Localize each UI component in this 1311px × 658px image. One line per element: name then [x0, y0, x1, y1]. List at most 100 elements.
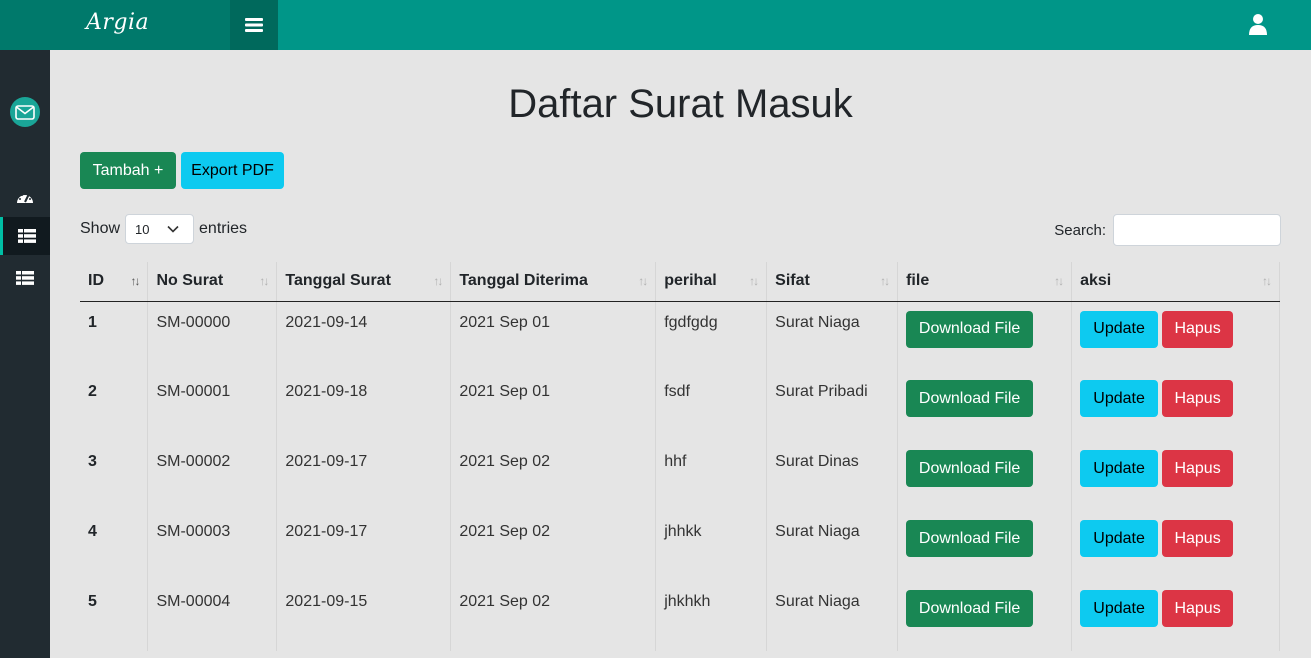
- delete-button[interactable]: Hapus: [1162, 310, 1234, 348]
- cell-id: 5: [80, 581, 149, 651]
- length-menu-prefix: Show: [80, 220, 121, 237]
- sidebar-toggle-button[interactable]: [230, 0, 278, 50]
- user-icon[interactable]: [1249, 13, 1267, 35]
- delete-button[interactable]: Hapus: [1162, 450, 1234, 487]
- cell-sifat: Surat Niaga: [766, 301, 899, 371]
- search-label: Search:: [1054, 221, 1106, 239]
- cell-no-surat: SM-00001: [147, 371, 278, 441]
- cell-id: 2: [80, 371, 149, 441]
- cell-no-surat: SM-00000: [147, 301, 278, 371]
- cell-id: 3: [80, 441, 149, 511]
- update-button[interactable]: Update: [1080, 450, 1159, 487]
- sidebar-item-surat-keluar[interactable]: [0, 259, 50, 297]
- cell-aksi: Update Hapus: [1071, 371, 1280, 441]
- table-header-col-file[interactable]: file ↑↓: [897, 262, 1073, 302]
- table-header-col-sifat[interactable]: Sifat ↑↓: [766, 262, 899, 302]
- cell-file: Download File: [897, 511, 1073, 581]
- update-button[interactable]: Update: [1080, 520, 1159, 557]
- download-file-button[interactable]: Download File: [906, 450, 1034, 487]
- table-header-row: ID ↑↓ No Surat ↑↓ Tanggal Surat ↑↓ Tanggal Dit…: [80, 262, 1280, 302]
- cell-id: 1: [80, 301, 149, 371]
- delete-button[interactable]: Hapus: [1162, 380, 1234, 417]
- search-input[interactable]: [1113, 214, 1281, 246]
- table-header-col-aksi[interactable]: aksi ↑↓: [1071, 262, 1280, 302]
- cell-perihal: hhf: [655, 441, 768, 511]
- delete-button[interactable]: Hapus: [1162, 590, 1234, 627]
- update-button[interactable]: Update: [1080, 590, 1159, 627]
- top-navbar: Argia: [0, 0, 1311, 50]
- cell-file: Download File: [897, 301, 1073, 371]
- entries-select[interactable]: 10: [125, 214, 195, 244]
- cell-sifat: Surat Pribadi: [766, 371, 899, 441]
- table-header-col-tanggal-surat[interactable]: Tanggal Surat ↑↓: [276, 262, 452, 302]
- entries-select-value: 10: [135, 221, 150, 237]
- table-header-col-no-surat[interactable]: No Surat ↑↓: [147, 262, 278, 302]
- cell-perihal: jhkhkh: [655, 581, 768, 651]
- cell-perihal: fsdf: [655, 371, 768, 441]
- table-header-label: No Surat: [156, 272, 224, 290]
- page-title: Daftar Surat Masuk: [508, 82, 853, 126]
- cell-perihal: jhhkk: [655, 511, 768, 581]
- brand-logo[interactable]: Argia: [86, 10, 149, 35]
- cell-no-surat: SM-00003: [147, 511, 278, 581]
- search-box: Search:: [1054, 214, 1281, 246]
- download-file-button[interactable]: Download File: [906, 520, 1034, 557]
- cell-sifat: Surat Niaga: [766, 581, 899, 651]
- cell-id: 4: [80, 511, 149, 581]
- cell-file: Download File: [897, 371, 1073, 441]
- cell-perihal: fgdfgdg: [655, 301, 768, 371]
- cell-tanggal-surat: 2021-09-15: [276, 581, 452, 651]
- cell-aksi: Update Hapus: [1071, 511, 1280, 581]
- sidebar-item-surat-masuk[interactable]: [0, 217, 50, 255]
- cell-sifat: Surat Niaga: [766, 511, 899, 581]
- table-row: 1 SM-00000 2021-09-14 2021 Sep 01 fgdfgdg Sur…: [80, 301, 1280, 371]
- sidebar: [0, 50, 50, 658]
- cell-aksi: Update Hapus: [1071, 441, 1280, 511]
- table-header-label: Tanggal Surat: [285, 272, 391, 290]
- chevron-down-icon: [167, 225, 179, 233]
- main-content: Daftar Surat Masuk Tambah + Export PDF S…: [50, 50, 1311, 658]
- cell-file: Download File: [897, 581, 1073, 651]
- cell-tanggal-diterima: 2021 Sep 02: [450, 511, 657, 581]
- sidebar-item-dashboard[interactable]: [0, 178, 50, 216]
- envelope-icon[interactable]: [10, 97, 40, 127]
- table-header-col-tanggal-diterima[interactable]: Tanggal Diterima ↑↓: [450, 262, 657, 302]
- table-header-label: Sifat: [775, 272, 810, 290]
- length-menu-suffix: entries: [199, 220, 248, 237]
- table-header-col-perihal[interactable]: perihal ↑↓: [655, 262, 768, 302]
- sort-arrows-icon: ↑↓: [259, 274, 269, 288]
- cell-tanggal-surat: 2021-09-17: [276, 511, 452, 581]
- download-file-button[interactable]: Download File: [906, 310, 1034, 348]
- add-button[interactable]: Tambah +: [80, 152, 176, 189]
- cell-tanggal-surat: 2021-09-14: [276, 301, 452, 371]
- table-row: 5 SM-00004 2021-09-15 2021 Sep 02 jhkhkh Sura…: [80, 581, 1280, 651]
- cell-tanggal-diterima: 2021 Sep 02: [450, 581, 657, 651]
- table-header-label: file: [906, 272, 930, 290]
- table-header-label: perihal: [664, 272, 717, 290]
- dashboard-icon: [17, 192, 33, 203]
- update-button[interactable]: Update: [1080, 380, 1159, 417]
- surat-masuk-table: ID ↑↓ No Surat ↑↓ Tanggal Surat ↑↓ Tanggal Dit…: [80, 262, 1280, 651]
- table-list-icon: [17, 229, 36, 243]
- download-file-button[interactable]: Download File: [906, 380, 1034, 417]
- table-row: 3 SM-00002 2021-09-17 2021 Sep 02 hhf Surat D…: [80, 441, 1280, 511]
- cell-file: Download File: [897, 441, 1073, 511]
- download-file-button[interactable]: Download File: [906, 590, 1034, 627]
- cell-aksi: Update Hapus: [1071, 301, 1280, 371]
- sort-arrows-icon: ↑↓: [749, 274, 759, 288]
- cell-tanggal-surat: 2021-09-17: [276, 441, 452, 511]
- table-row: 4 SM-00003 2021-09-17 2021 Sep 02 jhhkk Surat…: [80, 511, 1280, 581]
- cell-no-surat: SM-00004: [147, 581, 278, 651]
- table-row: 2 SM-00001 2021-09-18 2021 Sep 01 fsdf Surat …: [80, 371, 1280, 441]
- cell-tanggal-diterima: 2021 Sep 01: [450, 371, 657, 441]
- hamburger-icon: [245, 18, 263, 32]
- table-header-label: aksi: [1080, 272, 1112, 290]
- sort-arrows-icon: ↑↓: [433, 274, 443, 288]
- delete-button[interactable]: Hapus: [1162, 520, 1234, 557]
- table-header-col-id[interactable]: ID ↑↓: [80, 262, 149, 302]
- update-button[interactable]: Update: [1080, 310, 1159, 348]
- cell-tanggal-diterima: 2021 Sep 01: [450, 301, 657, 371]
- export-pdf-button[interactable]: Export PDF: [181, 152, 284, 189]
- cell-tanggal-diterima: 2021 Sep 02: [450, 441, 657, 511]
- cell-sifat: Surat Dinas: [766, 441, 899, 511]
